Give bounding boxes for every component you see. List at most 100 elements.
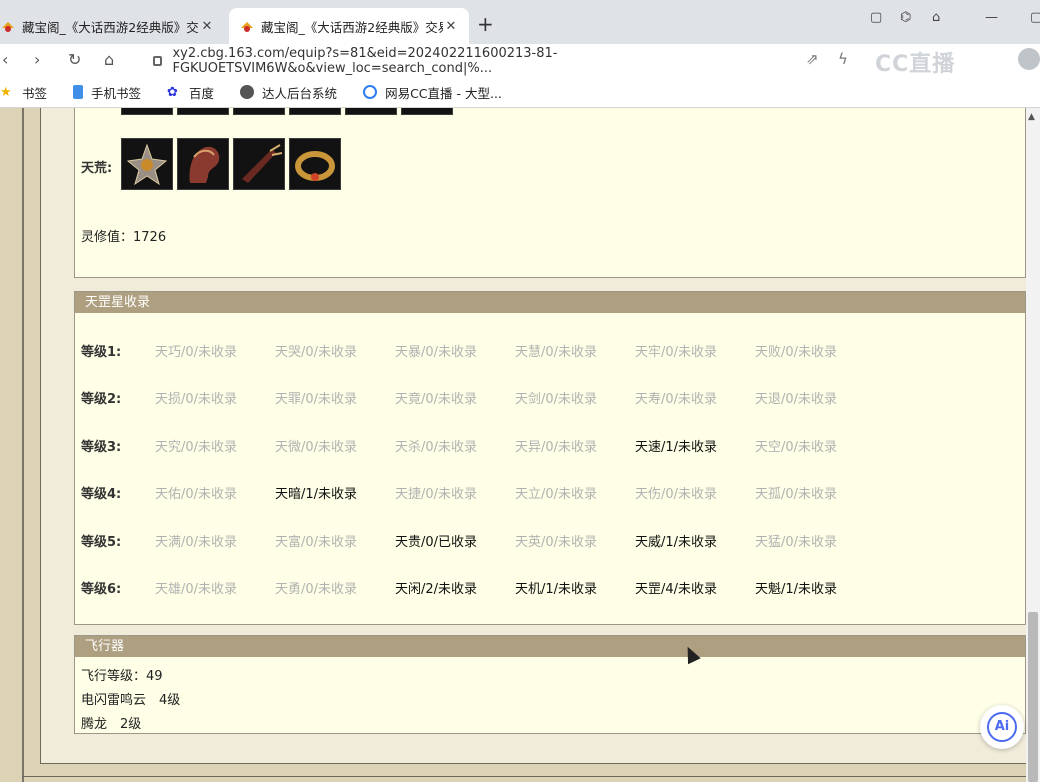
equipment-thumb[interactable] [177,108,229,115]
star-entry: 天巧/0/未收录 [155,345,238,360]
lightning-icon[interactable]: ϟ [838,50,848,68]
tianhuang-label: 天荒: [81,161,113,176]
profile-avatar[interactable] [1018,48,1040,70]
tab-close-icon[interactable]: ✕ [443,19,459,34]
gold-ring-icon[interactable] [289,138,341,190]
page-viewport: 天荒: 灵修值：1726 天罡星收录 等级1: 天巧/0/未收录 天哭/0/未收录天… [0,108,1026,782]
star-entry: 天寿/0/未收录 [635,392,718,407]
tab-cbg-1[interactable]: 藏宝阁_《大话西游2经典版》交易 ✕ [0,8,225,44]
bookmark-mobile[interactable]: 手机书签 [73,83,141,102]
star-level-label: 等级5: [81,535,122,550]
equipment-thumb[interactable] [401,108,453,115]
bookmark-label: 网易CC直播 - 大型... [385,85,502,101]
bookmark-label: 达人后台系统 [262,85,338,101]
address-bar[interactable]: xy2.cbg.163.com/equip?s=81&eid=202402211… [145,46,815,76]
star-level-label: 等级3: [81,440,122,455]
bookmark-favorites[interactable]: ★ 书签 [0,83,47,102]
star-collection-title: 天罡星收录 [75,292,1025,313]
address-toolbar: ‹ › ↻ ⌂ xy2.cbg.163.com/equip?s=81&eid=2… [0,44,1040,77]
star-entry: 天佑/0/未收录 [155,487,238,502]
star-entry: 天慧/0/未收录 [515,345,598,360]
ai-icon: Ai [987,712,1017,742]
star-entry: 天捷/0/未收录 [395,487,478,502]
star-level-label: 等级1: [81,345,122,360]
inner-frame-line [40,108,41,763]
tab-cbg-2-active[interactable]: 藏宝阁_《大话西游2经典版》交易 ✕ [229,8,469,44]
equipment-thumb[interactable] [345,108,397,115]
outer-frame-line [22,108,24,782]
bookmark-folder-icon [73,85,84,99]
baidu-paw-icon: ✿ [167,85,178,100]
spirit-value: 灵修值：1726 [81,230,167,245]
new-tab-icon[interactable]: + [477,12,494,36]
star-entry: 天罡/4/未收录 [635,582,718,597]
forward-icon[interactable]: › [34,50,40,69]
tab-bar: 藏宝阁_《大话西游2经典版》交易 ✕ 藏宝阁_《大话西游2经典版》交易 ✕ + … [0,0,1040,44]
star-entry: 天英/0/未收录 [515,535,598,550]
star-entry: 天威/1/未收录 [635,535,718,550]
star-entry: 天闲/2/未收录 [395,582,478,597]
star-entry: 天哭/0/未收录 [275,345,358,360]
maximize-icon[interactable]: ▢ [1030,10,1040,25]
star-level-label: 等级6: [81,582,122,597]
outer-frame-bottom [22,776,1026,777]
star-crest-icon[interactable] [121,138,173,190]
reload-icon[interactable]: ↻ [68,50,81,69]
star-entry: 天空/0/未收录 [755,440,838,455]
star-entry: 天速/1/未收录 [635,440,718,455]
flyer-panel: 飞行器 飞行等级：49 电闪雷鸣云 4级 腾龙 2级 [74,635,1026,734]
scrollbar-thumb[interactable] [1028,612,1038,782]
star-entry: 天立/0/未收录 [515,487,598,502]
bookmarks-bar: ★ 书签 手机书签 ✿ 百度 达人后台系统 网易CC直播 - 大型... [0,77,1040,108]
star-entry: 天罪/0/未收录 [275,392,358,407]
star-entry: 天猛/0/未收录 [755,535,838,550]
tab-count-icon[interactable]: ▢ [870,10,882,25]
star-entry: 天满/0/未收录 [155,535,238,550]
star-entry: 天败/0/未收录 [755,345,838,360]
star-entry: 天勇/0/未收录 [275,582,358,597]
scroll-up-icon[interactable]: ▲ [1028,112,1035,122]
cbg-favicon-icon [0,19,16,33]
flyer-item-dragon: 腾龙 2级 [81,717,142,732]
shirt-icon[interactable]: ⌂ [932,10,940,25]
tab-close-icon[interactable]: ✕ [199,19,215,34]
star-icon: ★ [0,85,12,100]
lock-icon [153,56,163,66]
ai-assistant-button[interactable]: Ai [980,705,1024,749]
cc-watermark: CC直播 [875,52,956,77]
star-entry: 天究/0/未收录 [155,440,238,455]
star-entry: 天孤/0/未收录 [755,487,838,502]
claw-blade-icon[interactable] [233,138,285,190]
incognito-icon[interactable]: ⌬ [900,10,911,25]
equipment-thumb[interactable] [233,108,285,115]
star-entry: 天微/0/未收录 [275,440,358,455]
tab-title: 藏宝阁_《大话西游2经典版》交易 [261,19,443,35]
cbg-favicon-icon [239,19,255,33]
star-entry: 天牢/0/未收录 [635,345,718,360]
bookmark-cc-live[interactable]: 网易CC直播 - 大型... [363,83,502,102]
minimize-icon[interactable]: — [985,10,998,25]
star-entry: 天伤/0/未收录 [635,487,718,502]
bookmark-baidu[interactable]: ✿ 百度 [167,83,214,102]
horse-head-icon[interactable] [177,138,229,190]
home-icon[interactable]: ⌂ [104,50,114,69]
star-entry: 天机/1/未收录 [515,582,598,597]
star-entry: 天退/0/未收录 [755,392,838,407]
url-text: xy2.cbg.163.com/equip?s=81&eid=202402211… [172,46,558,76]
back-icon[interactable]: ‹ [2,50,8,69]
equipment-thumb[interactable] [289,108,341,115]
star-entry: 天异/0/未收录 [515,440,598,455]
star-entry: 天魁/1/未收录 [755,582,838,597]
star-entry: 天富/0/未收录 [275,535,358,550]
cc-logo-icon [363,85,378,99]
star-entry: 天雄/0/未收录 [155,582,238,597]
share-icon[interactable]: ⇗ [806,50,819,68]
bookmark-label: 手机书签 [91,85,142,101]
flyer-title: 飞行器 [75,636,1025,657]
equipment-thumb[interactable] [121,108,173,115]
tab-title: 藏宝阁_《大话西游2经典版》交易 [22,19,199,35]
inner-frame-bottom [40,763,1026,764]
star-entry: 天剑/0/未收录 [515,392,598,407]
daren-logo-icon [240,85,255,99]
bookmark-daren[interactable]: 达人后台系统 [240,83,337,102]
